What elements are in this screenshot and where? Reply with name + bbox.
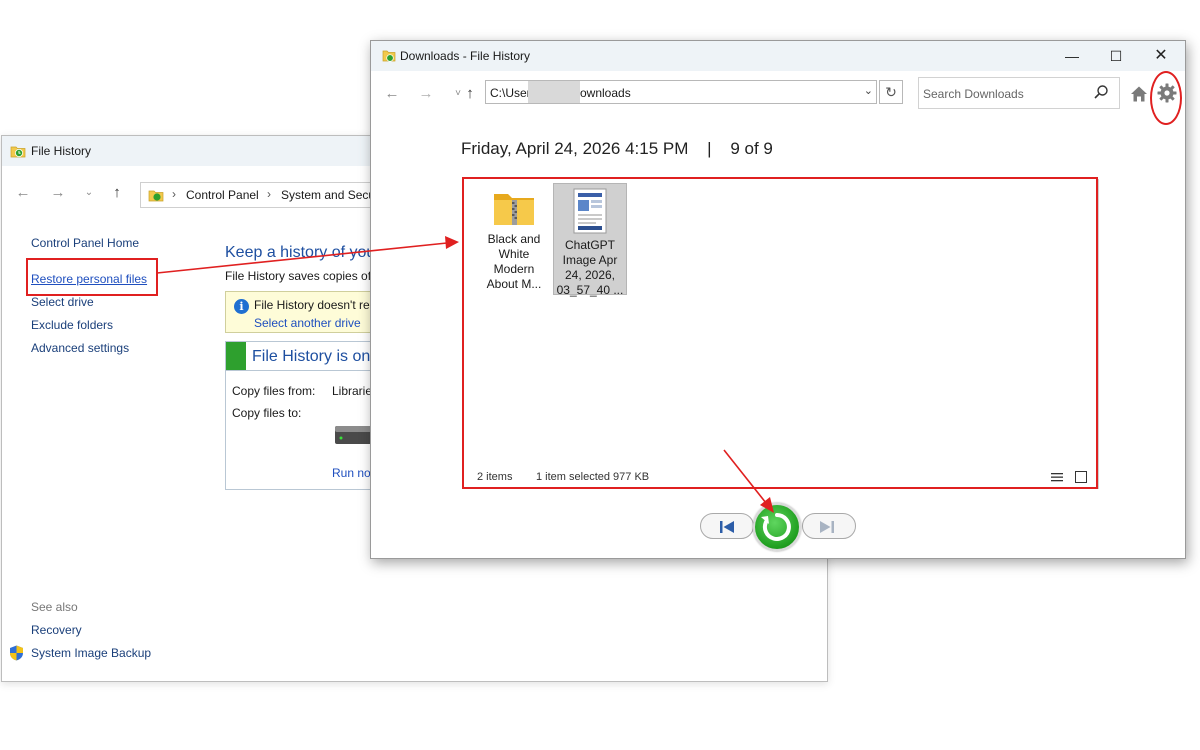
address-path-end: ownloads [580, 86, 631, 100]
snapshot-info: Friday, April 24, 2026 4:15 PM | 9 of 9 [461, 139, 773, 159]
minimize-icon[interactable]: — [1049, 41, 1095, 71]
breadcrumb-control-panel[interactable]: Control Panel [186, 188, 259, 202]
advanced-settings-link[interactable]: Advanced settings [31, 341, 129, 355]
see-also-label: See also [31, 600, 78, 614]
image-thumbnail-icon [573, 188, 607, 234]
breadcrumb-system-security[interactable]: System and Secu [281, 188, 375, 202]
file-history-status-panel: File History is on Copy files from: Libr… [225, 341, 375, 490]
info-icon: i [234, 299, 249, 314]
select-another-drive-link[interactable]: Select another drive [254, 316, 361, 330]
restore-button[interactable] [753, 503, 801, 551]
cp-address-bar[interactable]: › Control Panel › System and Secu [140, 182, 400, 208]
info-banner: i File History doesn't rec Select anothe… [225, 291, 376, 333]
snapshot-separator: | [707, 139, 712, 158]
breadcrumb-chevron-icon: › [267, 187, 271, 201]
info-text: File History doesn't rec [254, 298, 376, 312]
status-selection: 1 item selected 977 KB [536, 471, 650, 483]
skip-next-icon [820, 521, 834, 533]
back-arrow-icon[interactable]: ← [383, 85, 401, 103]
recovery-link[interactable]: Recovery [31, 623, 82, 637]
copy-from-label: Copy files from: [232, 384, 316, 398]
restore-arrow-icon [761, 513, 791, 541]
snapshot-date: Friday, April 24, 2026 4:15 PM [461, 139, 689, 158]
divider [226, 370, 374, 371]
recent-locations-chevron-icon[interactable]: ⌄ [80, 184, 98, 202]
exclude-folders-link[interactable]: Exclude folders [31, 318, 113, 332]
home-icon[interactable] [1130, 85, 1148, 103]
file-name: ChatGPT Image Apr 24, 2026, 03_57_40 ... [556, 238, 624, 297]
forward-arrow-icon[interactable]: → [417, 85, 435, 103]
address-path-start: C:\User [490, 86, 531, 100]
close-icon[interactable]: ✕ [1138, 41, 1184, 71]
copy-to-label: Copy files to: [232, 406, 302, 420]
copy-from-value: Librarie [332, 384, 373, 398]
status-bar-indicator [226, 342, 246, 370]
refresh-icon[interactable]: ↻ [879, 80, 903, 104]
pane-divider [1098, 179, 1099, 489]
large-icons-view-icon[interactable] [1075, 471, 1087, 483]
file-history-icon [10, 146, 26, 158]
annotation-highlight-circle [1150, 71, 1182, 125]
snapshot-position: 9 of 9 [730, 139, 773, 158]
file-history-window: Downloads - File History — ☐ ✕ ← → ˅ ↑ C… [370, 40, 1186, 559]
snapshot-navigation [700, 503, 856, 551]
page-description: File History saves copies of y [225, 269, 381, 283]
status-item-count: 2 items [477, 471, 513, 483]
restore-personal-files-link[interactable]: Restore personal files [31, 272, 147, 286]
search-input[interactable] [923, 85, 1083, 103]
forward-arrow-icon[interactable]: → [49, 184, 67, 202]
shield-icon [10, 645, 23, 661]
control-panel-icon [148, 190, 164, 202]
file-name: Black and White Modern About M... [486, 232, 542, 291]
address-dropdown-icon[interactable]: ⌄ [864, 84, 873, 97]
cp-window-title: File History [31, 144, 92, 158]
fh-window-title: Downloads - File History [400, 49, 531, 63]
fh-address-bar[interactable]: C:\User ownloads ⌄ [485, 80, 877, 104]
file-history-icon [382, 50, 396, 62]
file-item[interactable]: Black and White Modern About M... [477, 184, 551, 292]
next-version-button[interactable] [802, 513, 856, 539]
control-panel-home-link[interactable]: Control Panel Home [31, 236, 139, 250]
file-item-selected[interactable]: ChatGPT Image Apr 24, 2026, 03_57_40 ... [553, 183, 627, 297]
page-title: Keep a history of you [225, 244, 376, 261]
previous-version-button[interactable] [700, 513, 754, 539]
redacted-area [528, 81, 580, 103]
search-box[interactable] [918, 77, 1120, 109]
fh-toolbar: ← → ˅ ↑ C:\User ownloads ⌄ ↻ [371, 77, 1185, 111]
skip-previous-icon [720, 521, 734, 533]
back-arrow-icon[interactable]: ← [14, 184, 32, 202]
file-list-pane: Black and White Modern About M... ChatGP… [462, 177, 1099, 489]
fh-title-bar: Downloads - File History — ☐ ✕ [371, 41, 1185, 71]
up-arrow-icon[interactable]: ↑ [461, 85, 479, 103]
up-arrow-icon[interactable]: ↑ [108, 184, 126, 202]
run-now-link[interactable]: Run no [332, 466, 371, 480]
zip-folder-icon [494, 194, 534, 225]
system-image-backup-link[interactable]: System Image Backup [31, 646, 151, 660]
search-icon[interactable] [1093, 84, 1109, 100]
maximize-icon[interactable]: ☐ [1093, 41, 1139, 71]
status-title: File History is on [252, 348, 371, 365]
breadcrumb-chevron-icon: › [172, 187, 176, 201]
details-view-icon[interactable] [1051, 472, 1063, 483]
select-drive-link[interactable]: Select drive [31, 295, 94, 309]
